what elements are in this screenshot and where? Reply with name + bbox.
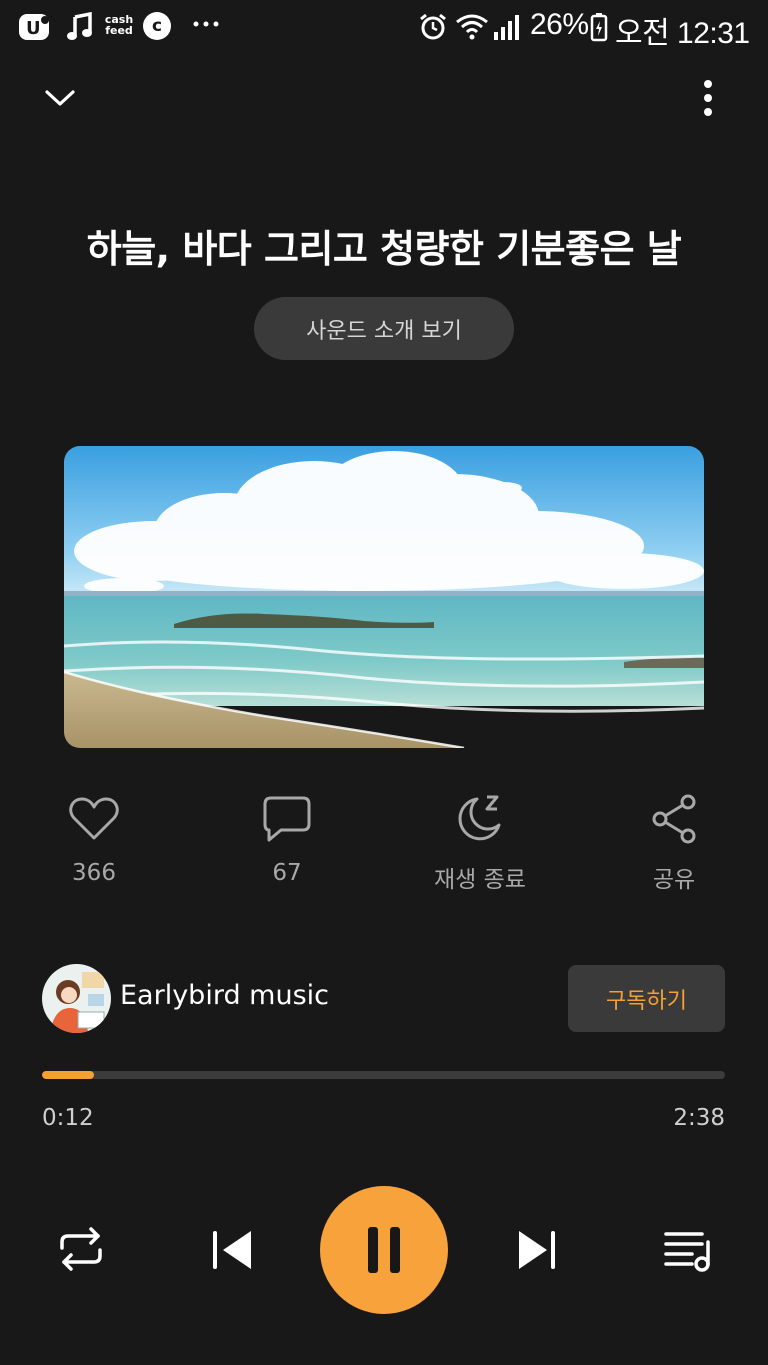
music-note-icon bbox=[66, 12, 94, 42]
collapse-player-button[interactable] bbox=[36, 76, 84, 120]
svg-text:U: U bbox=[26, 18, 41, 39]
progress-bar[interactable] bbox=[42, 1071, 725, 1079]
signal-icon bbox=[492, 12, 522, 42]
elapsed-time: 0:12 bbox=[42, 1105, 94, 1131]
skip-next-icon bbox=[519, 1231, 555, 1269]
next-button[interactable] bbox=[510, 1222, 564, 1278]
comment-icon bbox=[263, 796, 311, 842]
repeat-icon bbox=[60, 1227, 102, 1271]
c-circle-icon: c bbox=[143, 12, 171, 40]
comment-count: 67 bbox=[272, 860, 302, 886]
status-time: 오전 12:31 bbox=[615, 17, 750, 50]
previous-button[interactable] bbox=[204, 1222, 258, 1278]
progress-fill bbox=[42, 1071, 94, 1079]
share-label: 공유 bbox=[652, 867, 696, 893]
more-options-button[interactable] bbox=[688, 74, 728, 122]
skip-previous-icon bbox=[213, 1231, 251, 1269]
sound-title: 하늘, 바다 그리고 청량한 기분좋은 날 bbox=[86, 227, 682, 271]
status-bar: U cash feed c 26% 오전 12:31 bbox=[0, 0, 768, 54]
cover-image bbox=[64, 446, 704, 748]
vertical-dots-icon bbox=[704, 80, 712, 116]
moon-sleep-icon bbox=[458, 795, 501, 841]
battery-percent: 26% bbox=[530, 8, 589, 41]
sleep-timer-action[interactable]: 재생 종료 bbox=[420, 790, 540, 894]
battery-charging-icon bbox=[590, 12, 608, 42]
playlist-icon bbox=[664, 1232, 710, 1272]
wifi-icon bbox=[455, 12, 489, 42]
channel-avatar[interactable] bbox=[42, 964, 111, 1033]
repeat-button[interactable] bbox=[52, 1220, 110, 1278]
chevron-down-icon bbox=[45, 90, 75, 106]
share-icon bbox=[652, 794, 696, 844]
like-count: 366 bbox=[72, 860, 116, 886]
like-action[interactable]: 366 bbox=[34, 790, 154, 886]
share-action[interactable]: 공유 bbox=[614, 790, 734, 894]
pause-button[interactable] bbox=[320, 1186, 448, 1314]
channel-name[interactable]: Earlybird music bbox=[120, 980, 329, 1011]
c-circle-label: c bbox=[151, 16, 163, 36]
cashfeed-icon: cash feed bbox=[102, 14, 136, 36]
alarm-icon bbox=[418, 12, 448, 42]
sleep-timer-label: 재생 종료 bbox=[434, 867, 526, 893]
pause-icon bbox=[368, 1227, 400, 1273]
cashfeed-label: cash feed bbox=[104, 13, 134, 37]
u-plus-icon: U bbox=[18, 12, 52, 42]
playlist-button[interactable] bbox=[658, 1222, 716, 1278]
heart-icon bbox=[69, 797, 119, 840]
total-duration: 2:38 bbox=[673, 1105, 725, 1131]
more-dots-icon bbox=[192, 20, 220, 28]
subscribe-button[interactable]: 구독하기 bbox=[568, 965, 725, 1032]
sound-intro-button[interactable]: 사운드 소개 보기 bbox=[254, 297, 514, 360]
comment-action[interactable]: 67 bbox=[227, 790, 347, 886]
